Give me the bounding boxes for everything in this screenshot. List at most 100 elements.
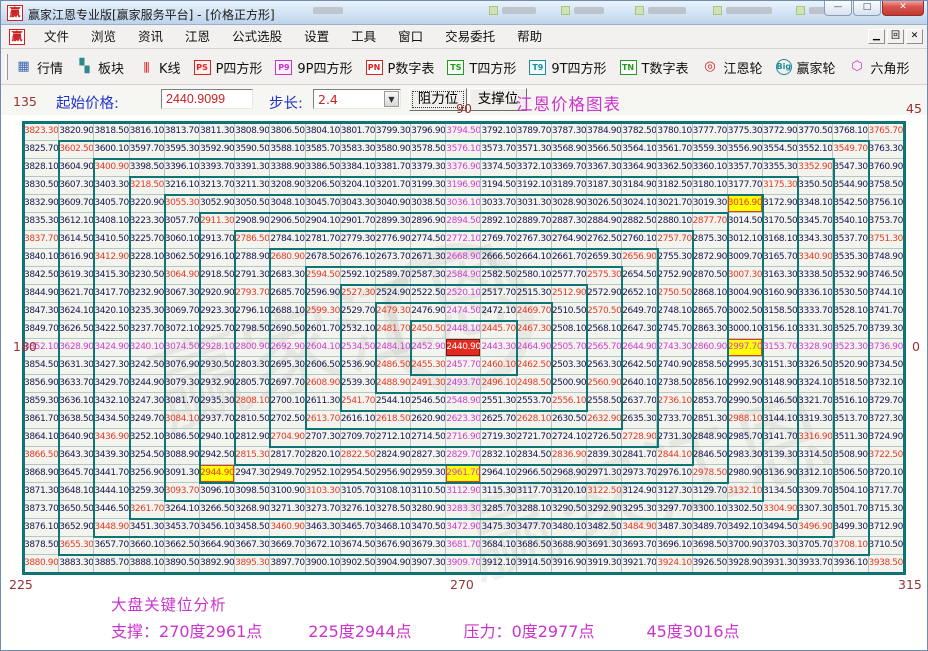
price-cell[interactable]: 3679.30	[411, 537, 446, 555]
price-cell[interactable]: 3842.50	[24, 267, 59, 285]
price-cell[interactable]: 2762.50	[587, 231, 622, 249]
price-cell[interactable]: 3240.10	[130, 339, 165, 357]
price-cell[interactable]: 2558.50	[587, 393, 622, 411]
price-cell[interactable]: 3571.30	[517, 141, 552, 159]
price-cell[interactable]: 2937.70	[200, 411, 235, 429]
price-cell[interactable]: 2476.90	[411, 303, 446, 321]
price-cell[interactable]: 2649.70	[622, 303, 657, 321]
price-cell[interactable]: 3144.10	[763, 411, 798, 429]
price-cell[interactable]: 3904.90	[376, 555, 411, 573]
price-cell[interactable]: 3091.30	[165, 465, 200, 483]
price-cell[interactable]: 2515.30	[517, 285, 552, 303]
price-cell[interactable]: 2484.10	[376, 339, 411, 357]
price-cell[interactable]: 2743.30	[657, 339, 692, 357]
price-cell[interactable]: 3600.10	[94, 141, 129, 159]
price-cell[interactable]: 3328.90	[798, 339, 833, 357]
price-cell[interactable]: 2808.10	[235, 393, 270, 411]
price-cell[interactable]: 2608.90	[306, 375, 341, 393]
price-cell[interactable]: 3909.70	[446, 555, 481, 573]
price-cell[interactable]: 3698.50	[693, 537, 728, 555]
price-cell[interactable]: 3688.90	[552, 537, 587, 555]
price-cell[interactable]: 2524.90	[376, 285, 411, 303]
price-cell[interactable]: 2565.70	[587, 339, 622, 357]
price-cell[interactable]: 3525.70	[833, 321, 868, 339]
price-cell[interactable]: 2491.30	[411, 375, 446, 393]
price-cell[interactable]: 2752.90	[657, 267, 692, 285]
price-cell[interactable]: 3607.30	[59, 177, 94, 195]
price-cell[interactable]: 2786.50	[235, 231, 270, 249]
price-cell[interactable]: 2707.30	[306, 429, 341, 447]
price-cell[interactable]: 2932.90	[200, 375, 235, 393]
price-cell[interactable]: 2628.10	[517, 411, 552, 429]
price-cell[interactable]: 3132.10	[728, 483, 763, 501]
price-cell[interactable]: 3468.10	[376, 519, 411, 537]
price-cell[interactable]: 3410.50	[94, 231, 129, 249]
price-cell[interactable]: 3616.90	[59, 249, 94, 267]
price-cell[interactable]: 3763.30	[869, 141, 904, 159]
price-cell[interactable]: 2452.90	[411, 339, 446, 357]
price-cell[interactable]: 3700.90	[728, 537, 763, 555]
price-cell[interactable]: 3098.50	[235, 483, 270, 501]
price-cell[interactable]: 3340.90	[798, 249, 833, 267]
price-cell[interactable]: 3938.50	[869, 555, 904, 573]
toolbar-button-p-square[interactable]: PSP四方形	[194, 58, 263, 77]
price-cell[interactable]: 2712.10	[376, 429, 411, 447]
price-cell[interactable]: 2949.70	[270, 465, 305, 483]
price-cell[interactable]: 3928.90	[728, 555, 763, 573]
price-cell[interactable]: 3187.30	[587, 177, 622, 195]
price-cell[interactable]: 2863.30	[693, 321, 728, 339]
price-cell[interactable]: 3900.10	[306, 555, 341, 573]
price-cell[interactable]: 2716.90	[446, 429, 481, 447]
price-cell[interactable]: 2776.90	[376, 231, 411, 249]
price-cell[interactable]: 2527.30	[341, 285, 376, 303]
price-cell[interactable]: 3057.70	[165, 213, 200, 231]
price-cell[interactable]: 3612.10	[59, 213, 94, 231]
price-cell[interactable]: 3727.30	[869, 411, 904, 429]
price-cell[interactable]: 3170.50	[763, 213, 798, 231]
price-cell[interactable]: 2647.30	[622, 321, 657, 339]
price-cell[interactable]: 3758.50	[869, 177, 904, 195]
price-cell[interactable]: 2472.10	[481, 303, 516, 321]
price-cell[interactable]: 2880.10	[657, 213, 692, 231]
price-cell[interactable]: 2731.30	[657, 429, 692, 447]
price-cell[interactable]: 3696.10	[657, 537, 692, 555]
price-cell[interactable]: 3460.90	[270, 519, 305, 537]
price-cell[interactable]: 3602.50	[59, 141, 94, 159]
price-cell[interactable]: 3590.50	[235, 141, 270, 159]
price-cell[interactable]: 2445.70	[481, 321, 516, 339]
price-cell[interactable]: 3496.90	[798, 519, 833, 537]
price-cell[interactable]: 3398.50	[130, 159, 165, 177]
price-cell[interactable]: 2844.10	[657, 447, 692, 465]
price-cell[interactable]: 3391.30	[235, 159, 270, 177]
price-cell[interactable]: 3249.70	[130, 411, 165, 429]
price-cell[interactable]: 3278.50	[376, 501, 411, 519]
price-cell[interactable]: 3120.10	[552, 483, 587, 501]
price-cell[interactable]: 2997.70	[728, 339, 763, 357]
price-cell[interactable]: 2534.50	[341, 339, 376, 357]
price-cell[interactable]: 3403.30	[94, 177, 129, 195]
price-cell[interactable]: 3141.70	[763, 429, 798, 447]
price-cell[interactable]: 2673.70	[376, 249, 411, 267]
price-cell[interactable]: 3345.70	[798, 213, 833, 231]
price-cell[interactable]: 3578.50	[411, 141, 446, 159]
price-cell[interactable]: 3720.10	[869, 465, 904, 483]
price-cell[interactable]: 3199.30	[411, 177, 446, 195]
toolbar-button-p-table[interactable]: PNP数字表	[366, 58, 435, 77]
price-cell[interactable]: 3568.90	[552, 141, 587, 159]
price-cell[interactable]: 3326.50	[798, 357, 833, 375]
price-cell[interactable]: 2539.30	[341, 375, 376, 393]
price-cell[interactable]: 3746.50	[869, 267, 904, 285]
price-cell[interactable]: 3458.50	[235, 519, 270, 537]
price-cell[interactable]: 2512.90	[552, 285, 587, 303]
price-cell[interactable]: 3880.90	[24, 555, 59, 573]
price-cell[interactable]: 3439.30	[94, 447, 129, 465]
price-cell[interactable]: 3312.10	[798, 465, 833, 483]
price-cell[interactable]: 3256.90	[130, 465, 165, 483]
price-cell[interactable]: 3237.70	[130, 321, 165, 339]
price-cell[interactable]: 3400.90	[94, 159, 129, 177]
price-cell[interactable]: 3151.30	[763, 357, 798, 375]
price-cell[interactable]: 3393.70	[200, 159, 235, 177]
price-cell[interactable]: 2522.50	[411, 285, 446, 303]
price-cell[interactable]: 3609.70	[59, 195, 94, 213]
start-price-input[interactable]	[161, 89, 253, 109]
